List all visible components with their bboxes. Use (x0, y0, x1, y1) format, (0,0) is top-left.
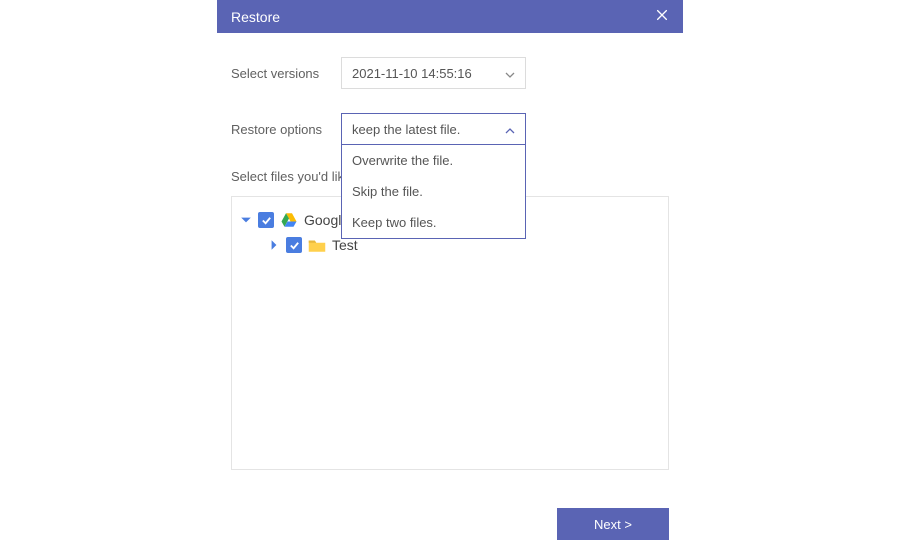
version-label: Select versions (217, 66, 341, 81)
option-keep-two[interactable]: Keep two files. (342, 207, 525, 238)
dialog-footer: Next > (557, 508, 669, 540)
folder-icon (308, 237, 326, 253)
checkbox-child[interactable] (286, 237, 302, 253)
expander-open-icon[interactable] (240, 214, 252, 226)
options-label: Restore options (217, 122, 341, 137)
dialog-header: Restore (217, 0, 683, 33)
version-select[interactable]: 2021-11-10 14:55:16 (341, 57, 526, 89)
options-row: Restore options keep the latest file. Ov… (217, 113, 683, 145)
restore-dialog: Restore Select versions 2021-11-10 14:55… (217, 0, 683, 526)
tree-child-label: Test (332, 237, 358, 253)
options-selected: keep the latest file. (352, 122, 460, 137)
expander-closed-icon[interactable] (268, 239, 280, 251)
dialog-title: Restore (231, 9, 280, 25)
version-value: 2021-11-10 14:55:16 (352, 66, 472, 81)
options-select[interactable]: keep the latest file. Overwrite the file… (341, 113, 526, 145)
dialog-body: Select versions 2021-11-10 14:55:16 Rest… (217, 57, 683, 550)
option-skip[interactable]: Skip the file. (342, 176, 525, 207)
checkbox-root[interactable] (258, 212, 274, 228)
close-icon[interactable] (655, 8, 669, 26)
google-drive-icon (280, 211, 298, 229)
chevron-down-icon (505, 68, 515, 78)
option-overwrite[interactable]: Overwrite the file. (342, 145, 525, 176)
options-dropdown: Overwrite the file. Skip the file. Keep … (341, 145, 526, 239)
next-button[interactable]: Next > (557, 508, 669, 540)
version-row: Select versions 2021-11-10 14:55:16 (217, 57, 683, 89)
chevron-up-icon (505, 124, 515, 134)
